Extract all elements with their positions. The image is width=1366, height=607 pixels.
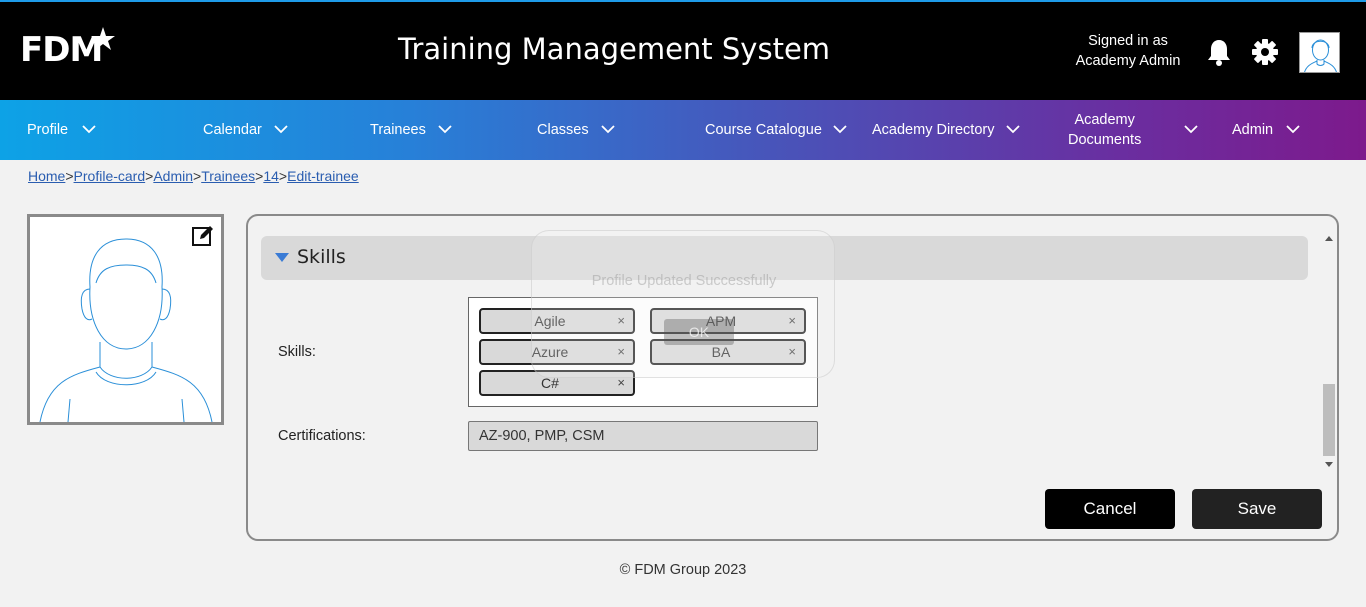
logo-star-icon <box>91 27 115 50</box>
caret-down-icon <box>275 253 289 262</box>
main-nav: Profile Calendar Trainees Classes Course… <box>0 100 1366 160</box>
chevron-down-icon <box>1184 125 1198 134</box>
breadcrumb-separator: > <box>65 168 74 184</box>
certifications-label: Certifications: <box>278 428 366 444</box>
section-title: Skills <box>297 246 346 268</box>
breadcrumb-admin[interactable]: Admin <box>153 168 193 184</box>
certifications-field[interactable]: AZ-900, PMP, CSM <box>468 421 818 451</box>
chevron-down-icon <box>274 125 288 134</box>
signed-in-label: Signed in as <box>1088 33 1168 49</box>
breadcrumb-trainee-id[interactable]: 14 <box>263 168 279 184</box>
nav-calendar-label: Calendar <box>203 122 262 138</box>
nav-profile-label: Profile <box>27 122 69 138</box>
breadcrumb-profile-card[interactable]: Profile-card <box>74 168 146 184</box>
chevron-down-icon <box>1006 125 1020 134</box>
scroll-up-arrow-icon[interactable] <box>1325 236 1333 241</box>
breadcrumb-separator: > <box>193 168 202 184</box>
cancel-button[interactable]: Cancel <box>1045 489 1175 529</box>
chevron-down-icon <box>1286 125 1300 134</box>
toast-message: Profile Updated Successfully <box>591 273 777 289</box>
nav-academy-documents[interactable]: Academy Documents <box>1068 100 1198 160</box>
breadcrumb-edit-trainee[interactable]: Edit-trainee <box>287 168 359 184</box>
success-toast: Profile Updated Successfully OK <box>531 230 835 378</box>
chevron-down-icon <box>438 125 452 134</box>
gear-icon[interactable] <box>1251 38 1279 71</box>
nav-trainees-label: Trainees <box>370 122 426 138</box>
top-bar: FDM Training Management System Signed in… <box>0 0 1366 100</box>
nav-trainees[interactable]: Trainees <box>370 100 452 160</box>
nav-admin-label: Admin <box>1232 122 1274 138</box>
edit-photo-icon[interactable] <box>192 225 214 252</box>
profile-photo <box>27 214 224 425</box>
signed-in-role: Academy Admin <box>1075 53 1181 69</box>
skills-label: Skills: <box>278 344 316 360</box>
app-title: Training Management System <box>398 32 831 66</box>
nav-calendar[interactable]: Calendar <box>203 100 288 160</box>
chevron-down-icon <box>601 125 615 134</box>
chevron-down-icon <box>833 125 847 134</box>
user-avatar[interactable] <box>1299 32 1340 73</box>
nav-course-catalogue[interactable]: Course Catalogue <box>705 100 847 160</box>
nav-classes[interactable]: Classes <box>537 100 615 160</box>
breadcrumb-home[interactable]: Home <box>28 168 65 184</box>
breadcrumb: Home>Profile-card>Admin>Trainees>14>Edit… <box>28 168 359 184</box>
bell-icon[interactable] <box>1206 38 1232 71</box>
signed-in-info: Signed in as Academy Admin <box>1066 31 1190 71</box>
breadcrumb-trainees[interactable]: Trainees <box>201 168 255 184</box>
nav-academy-documents-line1: Academy <box>1074 112 1135 128</box>
scroll-down-arrow-icon[interactable] <box>1325 462 1333 467</box>
save-button[interactable]: Save <box>1192 489 1322 529</box>
toast-ok-button[interactable]: OK <box>664 319 734 345</box>
nav-academy-directory[interactable]: Academy Directory <box>872 100 1020 160</box>
nav-academy-documents-line2: Documents <box>1068 132 1142 148</box>
breadcrumb-separator: > <box>278 168 288 184</box>
scrollbar-thumb[interactable] <box>1323 384 1335 456</box>
chevron-down-icon <box>82 125 96 134</box>
scrollbar[interactable] <box>1322 232 1336 474</box>
nav-course-catalogue-label: Course Catalogue <box>705 122 822 138</box>
nav-academy-directory-label: Academy Directory <box>872 122 995 138</box>
nav-profile[interactable]: Profile <box>27 100 96 160</box>
nav-classes-label: Classes <box>537 122 589 138</box>
nav-academy-documents-label: Academy Documents <box>1068 110 1141 150</box>
footer: © FDM Group 2023 <box>619 562 747 578</box>
fdm-logo[interactable]: FDM <box>20 27 115 70</box>
nav-admin[interactable]: Admin <box>1232 100 1300 160</box>
